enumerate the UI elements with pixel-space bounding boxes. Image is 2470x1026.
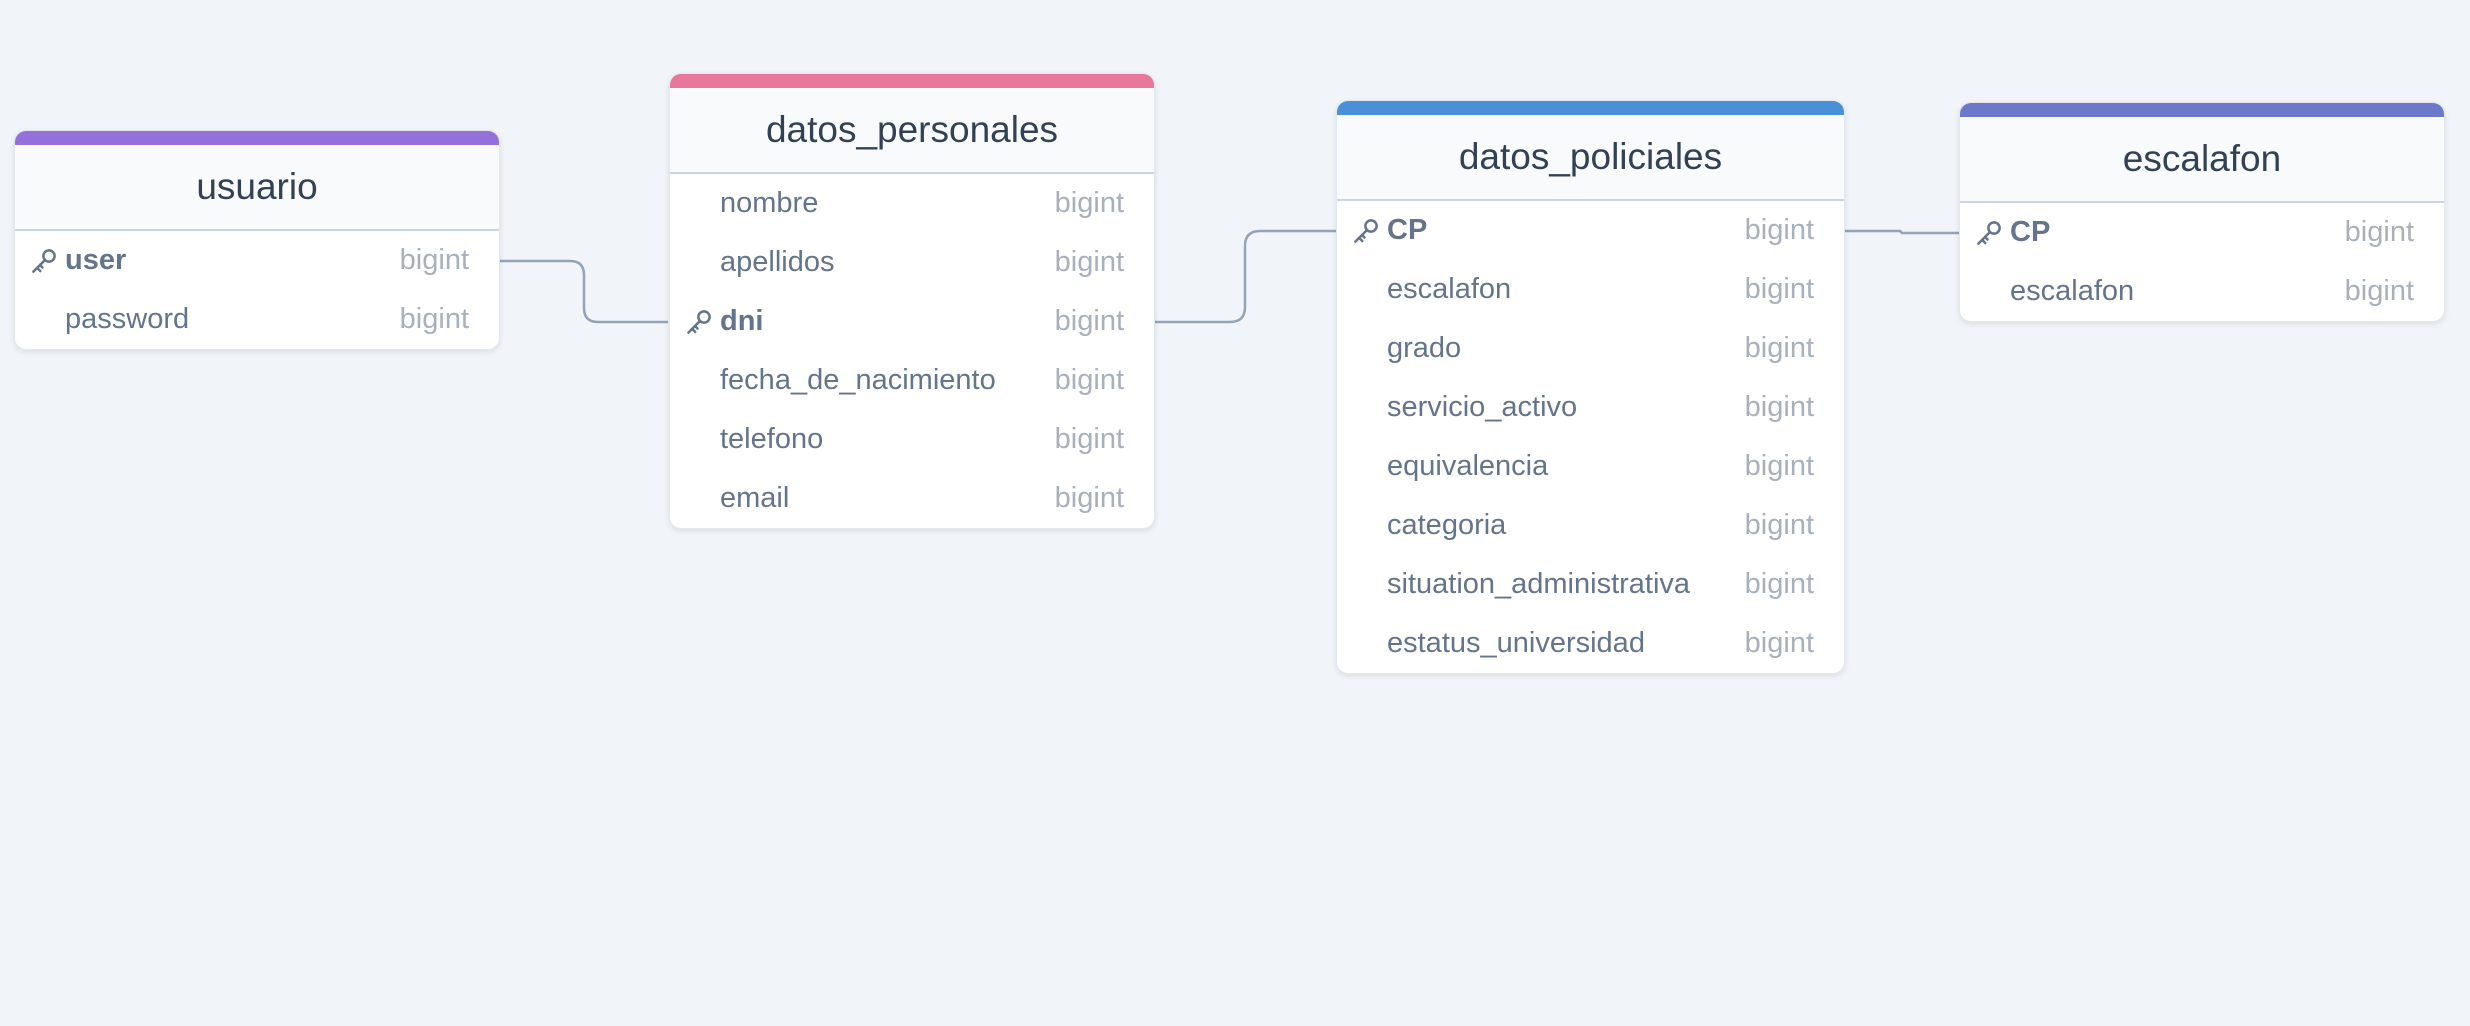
field-row[interactable]: password bigint	[15, 290, 499, 349]
field-row[interactable]: equivalencia bigint	[1337, 437, 1844, 496]
field-name: CP	[2010, 216, 2051, 248]
field-row[interactable]: CP bigint	[1960, 203, 2444, 262]
field-type: bigint	[1744, 273, 1814, 305]
field-name: email	[720, 482, 790, 514]
field-row[interactable]: situation_administrativa bigint	[1337, 555, 1844, 614]
field-name: categoria	[1387, 509, 1507, 541]
field-type: bigint	[399, 303, 469, 335]
table-usuario[interactable]: usuario user bigint password bigint	[14, 130, 500, 350]
field-name: dni	[720, 305, 764, 337]
field-type: bigint	[1744, 391, 1814, 423]
field-row[interactable]: telefono bigint	[670, 410, 1154, 469]
field-type: bigint	[1744, 509, 1814, 541]
field-type: bigint	[2344, 275, 2414, 307]
field-name: situation_administrativa	[1387, 568, 1691, 600]
primary-key-icon	[1351, 216, 1381, 246]
field-name: user	[65, 244, 127, 276]
table-datos-policiales[interactable]: datos_policiales CP bigint escalafon bigint…	[1336, 100, 1845, 674]
field-type: bigint	[1054, 423, 1124, 455]
field-name: estatus_universidad	[1387, 627, 1645, 659]
table-escalafon[interactable]: escalafon CP bigint escalafon bigint	[1959, 102, 2445, 322]
table-accent-bar	[1337, 101, 1844, 115]
field-name: telefono	[720, 423, 824, 455]
table-accent-bar	[1960, 103, 2444, 117]
table-accent-bar	[670, 74, 1154, 88]
field-type: bigint	[1744, 214, 1814, 246]
field-list: CP bigint escalafon bigint grado bigint servic…	[1337, 201, 1844, 673]
field-name: grado	[1387, 332, 1462, 364]
field-name: apellidos	[720, 246, 835, 278]
field-type: bigint	[2344, 216, 2414, 248]
field-name: escalafon	[1387, 273, 1512, 305]
primary-key-icon	[1974, 218, 2004, 248]
table-title[interactable]: datos_policiales	[1337, 115, 1844, 201]
field-list: nombre bigint apellidos bigint dni bigint fech…	[670, 174, 1154, 528]
primary-key-icon	[684, 307, 714, 337]
field-type: bigint	[1054, 364, 1124, 396]
field-row[interactable]: escalafon bigint	[1960, 262, 2444, 321]
field-type: bigint	[1054, 305, 1124, 337]
field-type: bigint	[1054, 246, 1124, 278]
field-row[interactable]: dni bigint	[670, 292, 1154, 351]
field-name: CP	[1387, 214, 1428, 246]
field-row[interactable]: categoria bigint	[1337, 496, 1844, 555]
primary-key-icon	[29, 246, 59, 276]
field-name: fecha_de_nacimiento	[720, 364, 996, 396]
field-type: bigint	[1744, 332, 1814, 364]
field-row[interactable]: grado bigint	[1337, 319, 1844, 378]
field-name: servicio_activo	[1387, 391, 1578, 423]
table-accent-bar	[15, 131, 499, 145]
field-list: user bigint password bigint	[15, 231, 499, 349]
field-type: bigint	[1054, 482, 1124, 514]
field-type: bigint	[1744, 568, 1814, 600]
field-name: nombre	[720, 187, 819, 219]
connector-usuario-datos-personales[interactable]	[499, 259, 668, 324]
field-name: equivalencia	[1387, 450, 1549, 482]
field-row[interactable]: escalafon bigint	[1337, 260, 1844, 319]
table-title[interactable]: escalafon	[1960, 117, 2444, 203]
field-row[interactable]: nombre bigint	[670, 174, 1154, 233]
field-list: CP bigint escalafon bigint	[1960, 203, 2444, 321]
field-type: bigint	[1744, 450, 1814, 482]
field-row[interactable]: CP bigint	[1337, 201, 1844, 260]
table-datos-personales[interactable]: datos_personales nombre bigint apellidos bi…	[669, 73, 1155, 529]
table-title[interactable]: usuario	[15, 145, 499, 231]
field-row[interactable]: email bigint	[670, 469, 1154, 528]
table-title[interactable]: datos_personales	[670, 88, 1154, 174]
field-type: bigint	[1054, 187, 1124, 219]
field-type: bigint	[399, 244, 469, 276]
field-row[interactable]: apellidos bigint	[670, 233, 1154, 292]
field-type: bigint	[1744, 627, 1814, 659]
field-row[interactable]: servicio_activo bigint	[1337, 378, 1844, 437]
field-name: escalafon	[2010, 275, 2135, 307]
field-row[interactable]: fecha_de_nacimiento bigint	[670, 351, 1154, 410]
connector-datos-policiales-escalafon[interactable]	[1842, 229, 1959, 235]
field-row[interactable]: user bigint	[15, 231, 499, 290]
connector-datos-personales-datos-policiales[interactable]	[1153, 229, 1336, 324]
field-row[interactable]: estatus_universidad bigint	[1337, 614, 1844, 673]
field-name: password	[65, 303, 190, 335]
